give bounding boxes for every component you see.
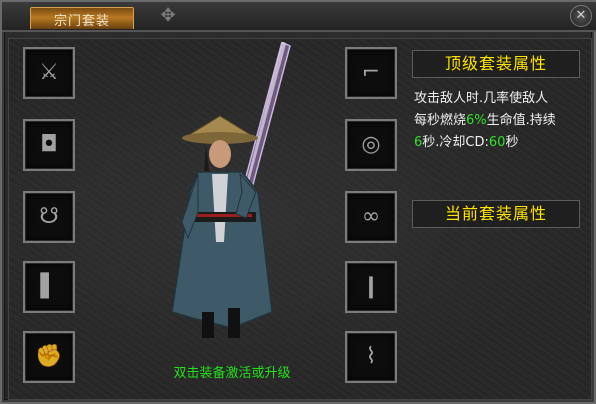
burn-percent: 6% [466, 113, 487, 128]
title-bar: 宗门套装 ✥ ✕ [2, 2, 596, 32]
top-set-description: 攻击敌人时.几率使敌人 每秒燃烧6%生命值.持续 6秒.冷却CD:60秒 [414, 88, 588, 154]
belt-icon: ⌐ [361, 60, 381, 85]
suit-panel: 宗门套装 ✥ ✕ ⚔ ◘ ☋ ▌ ✊ ⌐ ◎ ∞ ❙ ⌇ 双击装备激活或升级 顶… [0, 0, 596, 404]
equip-slot-left-1[interactable]: ⚔ [23, 47, 75, 99]
helmet-icon: ◘ [40, 132, 58, 157]
equip-slot-right-3[interactable]: ∞ [345, 191, 397, 243]
desc-text: 秒 [505, 135, 519, 150]
ring-icon: ◎ [361, 132, 381, 157]
equip-slot-right-4[interactable]: ❙ [345, 261, 397, 313]
earring-icon: ∞ [361, 204, 381, 229]
activate-hint: 双击装备激活或升级 [173, 366, 291, 381]
desc-text: 秒.冷却CD: [422, 135, 489, 150]
equip-slot-left-3[interactable]: ☋ [23, 191, 75, 243]
equip-slot-right-2[interactable]: ◎ [345, 119, 397, 171]
equip-slot-left-4[interactable]: ▌ [23, 261, 75, 313]
gauntlet-icon: ✊ [35, 344, 63, 369]
desc-line-2: 每秒燃烧6%生命值.持续 [414, 110, 588, 132]
desc-text: 生命值.持续 [486, 113, 556, 128]
top-set-title: 顶级套装属性 [412, 50, 580, 78]
window-title: 宗门套装 [53, 14, 110, 29]
close-icon[interactable]: ✕ [570, 5, 592, 27]
current-set-title: 当前套装属性 [412, 200, 580, 228]
necklace-icon: ☋ [39, 204, 59, 229]
desc-line-3: 6秒.冷却CD:60秒 [414, 132, 588, 154]
bracer-icon: ⚔ [39, 60, 59, 85]
ornament-icon: ✥ [160, 5, 176, 26]
title-tab: 宗门套装 [30, 7, 134, 29]
leg-icon: ❙ [361, 274, 381, 299]
equip-slot-left-5[interactable]: ✊ [23, 331, 75, 383]
equip-slot-right-5[interactable]: ⌇ [345, 331, 397, 383]
equip-slot-left-2[interactable]: ◘ [23, 119, 75, 171]
desc-line-1: 攻击敌人时.几率使敌人 [414, 91, 549, 106]
desc-text: 每秒燃烧 [414, 113, 467, 128]
character-model [171, 42, 291, 338]
armband-icon: ⌇ [365, 344, 377, 369]
boots-icon: ▌ [40, 274, 58, 299]
equip-slot-right-1[interactable]: ⌐ [345, 47, 397, 99]
cooldown-value: 60 [488, 135, 506, 150]
